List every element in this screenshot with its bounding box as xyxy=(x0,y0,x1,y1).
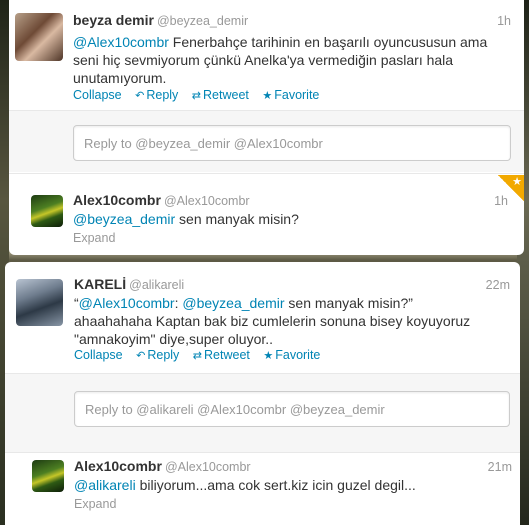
tweet-header: Alex10combr @Alex10combr xyxy=(73,192,250,208)
favorite-label: Favorite xyxy=(274,88,320,102)
tweet-text: @alikareli biliyorum...ama cok sert.kiz … xyxy=(74,476,494,494)
user-name[interactable]: KARELİ xyxy=(74,276,126,292)
tweet-body: ahaahahaha Kaptan bak biz cumlelerin son… xyxy=(74,313,471,347)
reply-icon: ↶ xyxy=(136,350,146,362)
reply-action[interactable]: ↶ Reply xyxy=(136,348,179,362)
user-handle[interactable]: @beyzea_demir xyxy=(157,14,248,28)
tweet-quote: sen manyak misin?” xyxy=(284,295,413,311)
expand-link[interactable]: Expand xyxy=(73,231,115,245)
conversation-card-2: KARELİ @alikareli 22m “@Alex10combr: @bey… xyxy=(5,262,520,525)
expand-link[interactable]: Expand xyxy=(74,497,116,511)
avatar[interactable] xyxy=(32,460,64,492)
retweet-action[interactable]: ⇄ Retweet xyxy=(192,88,249,102)
reply-input[interactable]: Reply to @alikareli @Alex10combr @beyzea… xyxy=(74,391,510,427)
tweet-header: KARELİ @alikareli xyxy=(74,276,184,292)
timestamp[interactable]: 1h xyxy=(497,14,511,28)
tweet-header: Alex10combr @Alex10combr xyxy=(74,458,251,474)
avatar[interactable] xyxy=(31,195,63,227)
tweet-body: sen manyak misin? xyxy=(175,211,299,227)
reply-icon: ↶ xyxy=(135,90,145,102)
tweet-beyza[interactable]: beyza demir @beyzea_demir 1h @Alex10combr… xyxy=(9,0,524,172)
reply-input[interactable]: Reply to @beyzea_demir @Alex10combr xyxy=(73,125,511,161)
retweet-icon: ⇄ xyxy=(192,350,203,362)
mention-link[interactable]: @beyzea_demir xyxy=(73,211,175,227)
reply-label: Reply xyxy=(147,348,180,362)
favorite-action[interactable]: ★ Favorite xyxy=(263,348,320,362)
user-name[interactable]: Alex10combr xyxy=(73,192,161,208)
favorited-corner-icon: ★ xyxy=(498,175,524,201)
reply-label: Reply xyxy=(146,88,179,102)
mention-link[interactable]: @Alex10combr xyxy=(79,295,175,311)
retweet-label: Retweet xyxy=(203,88,249,102)
avatar[interactable] xyxy=(15,13,63,61)
reply-action[interactable]: ↶ Reply xyxy=(135,88,178,102)
user-name[interactable]: Alex10combr xyxy=(74,458,162,474)
tweet-body: biliyorum...ama cok sert.kiz icin guzel … xyxy=(135,477,416,493)
user-handle[interactable]: @Alex10combr xyxy=(164,194,250,208)
collapse-link[interactable]: Collapse xyxy=(73,88,122,102)
tweet-alex-2[interactable]: Alex10combr @Alex10combr 21m @alikareli b… xyxy=(5,453,520,525)
tweet-kareli[interactable]: KARELİ @alikareli 22m “@Alex10combr: @bey… xyxy=(5,262,520,452)
tweet-actions: Collapse ↶ Reply ⇄ Retweet ★ Favorite xyxy=(74,348,330,362)
conversation-card-1: beyza demir @beyzea_demir 1h @Alex10combr… xyxy=(9,0,524,255)
timestamp[interactable]: 22m xyxy=(486,278,510,292)
tweet-text: @Alex10combr Fenerbahçe tarihinin en baş… xyxy=(73,33,498,87)
retweet-icon: ⇄ xyxy=(191,90,202,102)
tweet-alex-1[interactable]: Alex10combr @Alex10combr 1h @beyzea_demir… xyxy=(9,174,524,255)
favorite-star-icon: ★ xyxy=(262,90,273,102)
retweet-action[interactable]: ⇄ Retweet xyxy=(193,348,250,362)
retweet-label: Retweet xyxy=(204,348,250,362)
tweet-header: beyza demir @beyzea_demir xyxy=(73,12,248,28)
mention-link[interactable]: @beyzea_demir xyxy=(182,295,284,311)
collapse-link[interactable]: Collapse xyxy=(74,348,123,362)
tweet-text: @beyzea_demir sen manyak misin? xyxy=(73,210,493,228)
mention-link[interactable]: @Alex10combr xyxy=(73,34,169,50)
user-name[interactable]: beyza demir xyxy=(73,12,154,28)
favorite-action[interactable]: ★ Favorite xyxy=(262,88,319,102)
favorite-star-icon: ★ xyxy=(263,350,274,362)
avatar[interactable] xyxy=(16,279,63,326)
mention-link[interactable]: @alikareli xyxy=(74,477,136,493)
user-handle[interactable]: @alikareli xyxy=(129,278,184,292)
favorited-star-icon: ★ xyxy=(512,176,522,188)
favorite-label: Favorite xyxy=(275,348,321,362)
user-handle[interactable]: @Alex10combr xyxy=(165,460,251,474)
tweet-actions: Collapse ↶ Reply ⇄ Retweet ★ Favorite xyxy=(73,88,329,102)
tweet-text: “@Alex10combr: @beyzea_demir sen manyak … xyxy=(74,294,494,348)
timestamp[interactable]: 21m xyxy=(488,460,512,474)
